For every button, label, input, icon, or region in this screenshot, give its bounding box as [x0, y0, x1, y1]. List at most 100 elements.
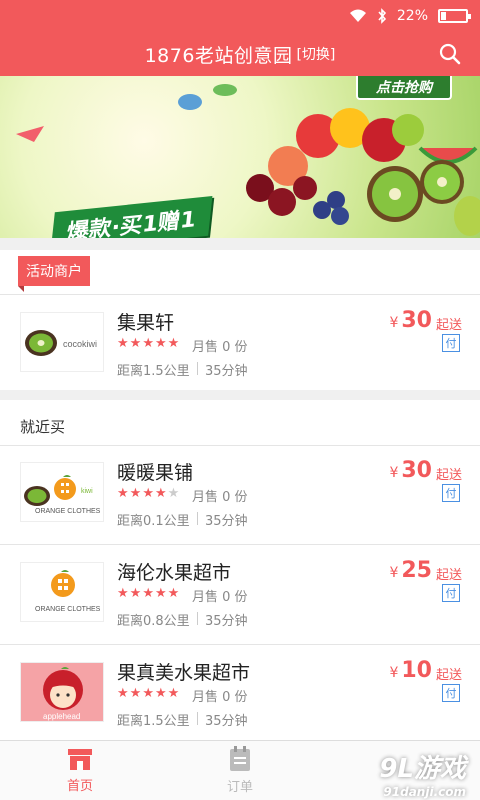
search-button[interactable] [436, 40, 464, 68]
shop-name: 海伦水果超市 [117, 562, 232, 584]
yen-sign: ¥ [389, 665, 399, 681]
divider [0, 644, 480, 645]
apple-head-logo-icon: applehead [43, 667, 83, 721]
shop-distance: 距离0.8公里 [117, 614, 190, 629]
kiwi-logo-icon: cocokiwi [25, 330, 97, 356]
battery-icon [438, 9, 471, 23]
shop-rating: ★ ★ ★ ★ ★ [117, 336, 179, 352]
divider [0, 294, 480, 295]
shop-distance: 距离0.1公里 [117, 514, 190, 529]
location-title[interactable]: 1876老站创意园 [145, 41, 293, 68]
promo-banner[interactable]: 点击抢购 鲜果盛宴 爆款·买1赠1 [0, 76, 480, 238]
tab-orders[interactable]: 订单 [160, 741, 320, 800]
watermark-main: 9L游戏 [379, 754, 466, 784]
yen-sign: ¥ [389, 465, 399, 481]
price-value: 30 [401, 308, 432, 333]
shop-min-price: ¥30 [389, 458, 432, 483]
grab-now-button[interactable]: 点击抢购 [356, 76, 452, 100]
pay-badge: 付 [442, 484, 460, 502]
min-order-label: 起送 [435, 668, 462, 683]
svg-text:ORANGE CLOTHES: ORANGE CLOTHES [35, 508, 101, 515]
shop-name: 集果轩 [117, 312, 175, 334]
star-icon: ★ [129, 686, 142, 701]
svg-text:ORANGE CLOTHES: ORANGE CLOTHES [35, 606, 101, 613]
shop-rating: ★ ★ ★ ★ ★ [117, 586, 179, 602]
wifi-icon [349, 9, 366, 22]
shop-logo: applehead [20, 662, 104, 722]
star-icon: ★ [117, 486, 129, 501]
shop-distance: 距离1.5公里 [117, 364, 190, 379]
star-icon: ★ [129, 586, 142, 601]
divider [0, 544, 480, 545]
star-icon: ★ [167, 686, 180, 701]
star-icon: ★ [154, 686, 167, 701]
active-merchants-label: 活动商户 [18, 256, 90, 292]
shop-name: 暖暖果铺 [117, 462, 194, 484]
min-order-label: 起送 [435, 318, 462, 333]
site-watermark: 9L游戏 91danji.com [379, 748, 466, 799]
star-icon: ★ [142, 686, 154, 701]
shop-card[interactable]: cocokiwi 集果轩 ★ ★ ★ ★ ★ 月售 0 份 距离1.5公里 35分钟 ¥… [0, 300, 480, 396]
star-icon: ★ [167, 486, 180, 501]
separator [197, 712, 198, 725]
shop-logo: cocokiwi [20, 312, 104, 372]
shop-monthly-sales: 月售 0 份 [192, 690, 248, 705]
nearby-label: 就近买 [20, 418, 66, 436]
shop-monthly-sales: 月售 0 份 [192, 490, 248, 505]
pay-badge: 付 [442, 334, 460, 352]
tab-home-label: 首页 [66, 779, 93, 794]
star-icon: ★ [154, 336, 167, 351]
min-order-label: 起送 [435, 468, 462, 483]
shop-delivery-time: 35分钟 [205, 714, 248, 729]
app-header: 1876老站创意园 [切换] [0, 32, 480, 76]
min-order-label: 起送 [435, 568, 462, 583]
status-bar: 22% [0, 0, 480, 32]
separator [197, 612, 198, 625]
shop-rating: ★ ★ ★ ★ ★ [117, 486, 179, 502]
orange-logo-icon: ORANGE CLOTHES [35, 570, 101, 613]
svg-text:applehead: applehead [43, 712, 80, 721]
star-icon: ★ [129, 336, 142, 351]
watermark-sub: 91danji.com [383, 785, 466, 799]
shop-logo: ORANGE CLOTHES [20, 562, 104, 622]
battery-percent: 22% [396, 8, 428, 24]
divider [0, 445, 480, 446]
yen-sign: ¥ [389, 315, 399, 331]
orange-logo-icon: kiwi ORANGE CLOTHES [24, 475, 101, 515]
search-icon [439, 43, 461, 65]
shop-delivery-time: 35分钟 [205, 614, 248, 629]
star-icon: ★ [129, 486, 142, 501]
shop-card[interactable]: ORANGE CLOTHES 海伦水果超市 ★ ★ ★ ★ ★ 月售 0 份 距离0.8… [0, 550, 480, 646]
battery-fill [441, 12, 446, 20]
shop-name: 果真美水果超市 [117, 662, 251, 684]
shop-min-price: ¥10 [389, 658, 432, 683]
shop-card[interactable]: kiwi ORANGE CLOTHES 暖暖果铺 ★ ★ ★ ★ ★ 月售 0 份 距离… [0, 450, 480, 546]
shop-delivery-time: 35分钟 [205, 514, 248, 529]
shop-min-price: ¥30 [389, 308, 432, 333]
price-value: 10 [401, 658, 432, 683]
nearby-section: 就近买 kiwi ORANGE CLOTHES 暖暖果铺 ★ ★ ★ ★ ★ 月售 0 … [0, 400, 480, 740]
star-icon: ★ [154, 586, 167, 601]
shop-distance: 距离1.5公里 [117, 714, 190, 729]
separator [197, 362, 198, 375]
shop-monthly-sales: 月售 0 份 [192, 340, 248, 355]
separator [197, 512, 198, 525]
star-icon: ★ [117, 686, 129, 701]
tab-orders-label: 订单 [226, 780, 253, 795]
order-list-icon [230, 746, 250, 771]
shop-rating: ★ ★ ★ ★ ★ [117, 686, 179, 702]
star-icon: ★ [154, 486, 167, 501]
svg-text:kiwi: kiwi [81, 488, 93, 495]
shop-monthly-sales: 月售 0 份 [192, 590, 248, 605]
shop-logo: kiwi ORANGE CLOTHES [20, 462, 104, 522]
star-icon: ★ [142, 486, 154, 501]
shop-delivery-time: 35分钟 [205, 364, 248, 379]
pay-badge: 付 [442, 584, 460, 602]
tab-home[interactable]: 首页 [0, 741, 160, 800]
shop-card[interactable]: applehead 果真美水果超市 ★ ★ ★ ★ ★ 月售 0 份 距离1.5公里 3… [0, 650, 480, 746]
storefront-icon [68, 749, 92, 770]
switch-location-button[interactable]: [切换] [296, 44, 335, 64]
pay-badge: 付 [442, 684, 460, 702]
star-icon: ★ [117, 586, 129, 601]
svg-text:cocokiwi: cocokiwi [63, 339, 97, 349]
